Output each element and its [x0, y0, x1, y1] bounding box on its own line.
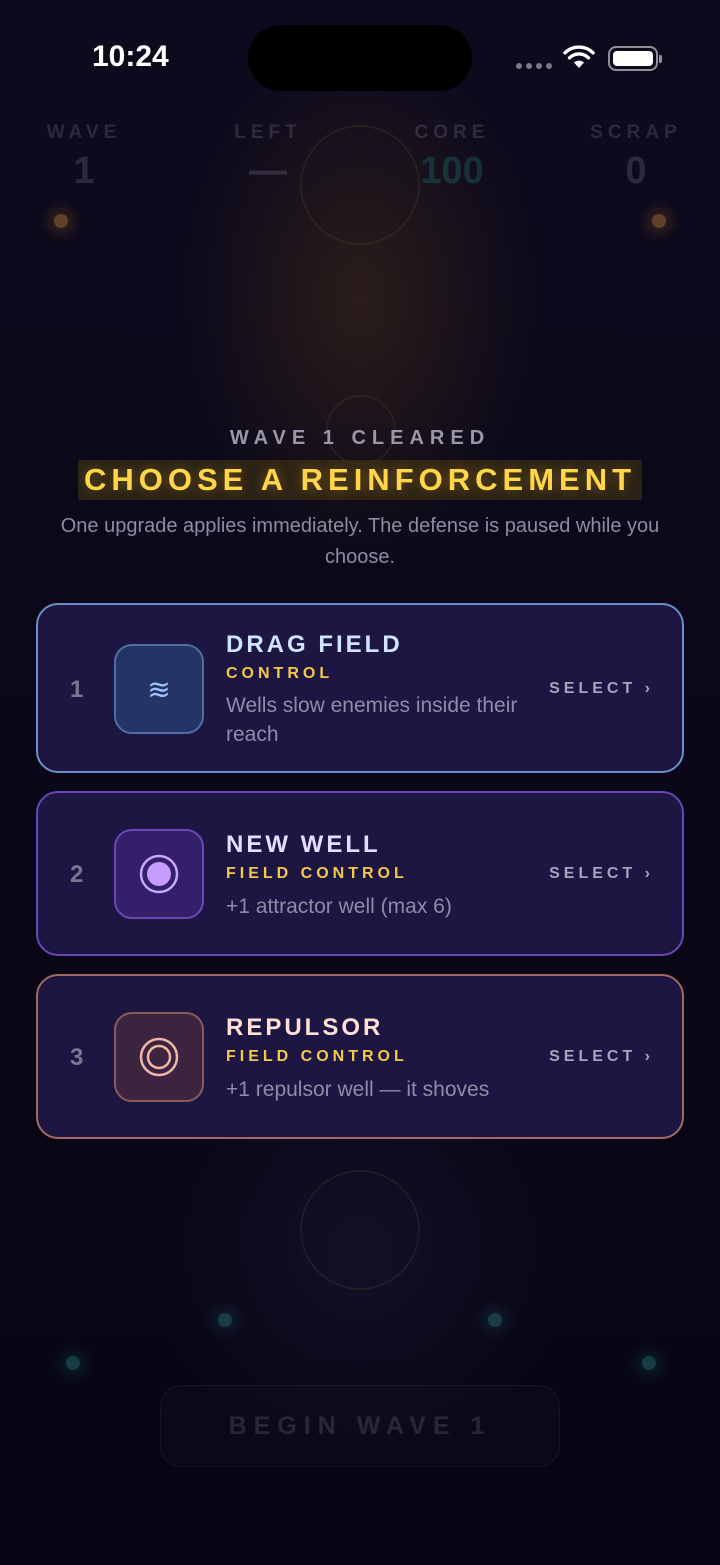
- attractor-well-icon: [114, 829, 204, 919]
- card-name: DRAG FIELD: [226, 631, 403, 658]
- hud-left-value: —: [249, 150, 287, 192]
- card-name: REPULSOR: [226, 1014, 384, 1041]
- select-button[interactable]: SELECT ›: [549, 1048, 654, 1066]
- card-description: +1 attractor well (max 6): [226, 895, 452, 918]
- hud-core: CORE 100: [382, 122, 522, 193]
- hud-wave: WAVE 1: [14, 122, 154, 193]
- core-ring-decoration: [300, 1170, 420, 1290]
- well-glow-dot: [642, 1356, 656, 1370]
- hud-scrap: SCRAP 0: [566, 122, 706, 193]
- card-name: NEW WELL: [226, 831, 381, 858]
- begin-wave-label: BEGIN WAVE 1: [228, 1411, 492, 1440]
- game-background: WAVE 1 LEFT — CORE 100 SCRAP 0 BEGIN WAV…: [0, 0, 720, 1565]
- upgrade-card-repulsor[interactable]: 3 REPULSOR FIELD CONTROL +1 repulsor wel…: [36, 974, 684, 1139]
- enemy-glow-dot: [652, 214, 666, 228]
- enemy-glow-dot: [54, 214, 68, 228]
- hud-wave-value: 1: [73, 150, 95, 192]
- hud-left: LEFT —: [198, 122, 338, 193]
- overlay-title: CHOOSE A REINFORCEMENT: [0, 460, 720, 500]
- cellular-signal-icon: [516, 63, 552, 69]
- card-description: Wells slow enemies inside their reach: [226, 694, 518, 746]
- wave-icon-glyph: ≋: [147, 672, 171, 706]
- select-button[interactable]: SELECT ›: [549, 680, 654, 698]
- card-category: FIELD CONTROL: [226, 1048, 408, 1065]
- upgrade-card-new-well[interactable]: 2 NEW WELL FIELD CONTROL +1 attractor we…: [36, 791, 684, 956]
- hud-core-value: 100: [420, 150, 484, 192]
- card-number: 2: [70, 861, 84, 888]
- wifi-icon: [563, 44, 595, 75]
- select-button[interactable]: SELECT ›: [549, 865, 654, 883]
- card-category: FIELD CONTROL: [226, 865, 408, 882]
- card-category: CONTROL: [226, 665, 334, 682]
- well-glow-dot: [218, 1313, 232, 1327]
- well-glow-dot: [66, 1356, 80, 1370]
- repulsor-well-icon: [114, 1012, 204, 1102]
- card-number: 1: [70, 676, 84, 703]
- begin-wave-button: BEGIN WAVE 1: [160, 1385, 560, 1467]
- card-description: +1 repulsor well — it shoves: [226, 1078, 490, 1101]
- battery-icon: [608, 46, 662, 71]
- well-glow-dot: [488, 1313, 502, 1327]
- hud-scrap-value: 0: [625, 150, 647, 192]
- hud-wave-label: WAVE: [46, 122, 122, 143]
- hud-scrap-label: SCRAP: [590, 122, 682, 143]
- card-number: 3: [70, 1044, 84, 1071]
- upgrade-card-drag-field[interactable]: 1 ≋ DRAG FIELD CONTROL Wells slow enemie…: [36, 603, 684, 773]
- choose-reinforcement-title: CHOOSE A REINFORCEMENT: [77, 460, 643, 500]
- wave-icon: ≋: [114, 644, 204, 734]
- hud-left-label: LEFT: [234, 122, 302, 143]
- overlay-description: One upgrade applies immediately. The def…: [60, 515, 660, 568]
- status-bar: 10:24: [0, 0, 720, 110]
- hud-bar: WAVE 1 LEFT — CORE 100 SCRAP 0: [0, 122, 720, 202]
- wave-cleared-label: WAVE 1 CLEARED: [229, 427, 491, 449]
- dynamic-island: [248, 25, 472, 91]
- status-time: 10:24: [92, 40, 169, 73]
- hud-core-label: CORE: [414, 122, 490, 143]
